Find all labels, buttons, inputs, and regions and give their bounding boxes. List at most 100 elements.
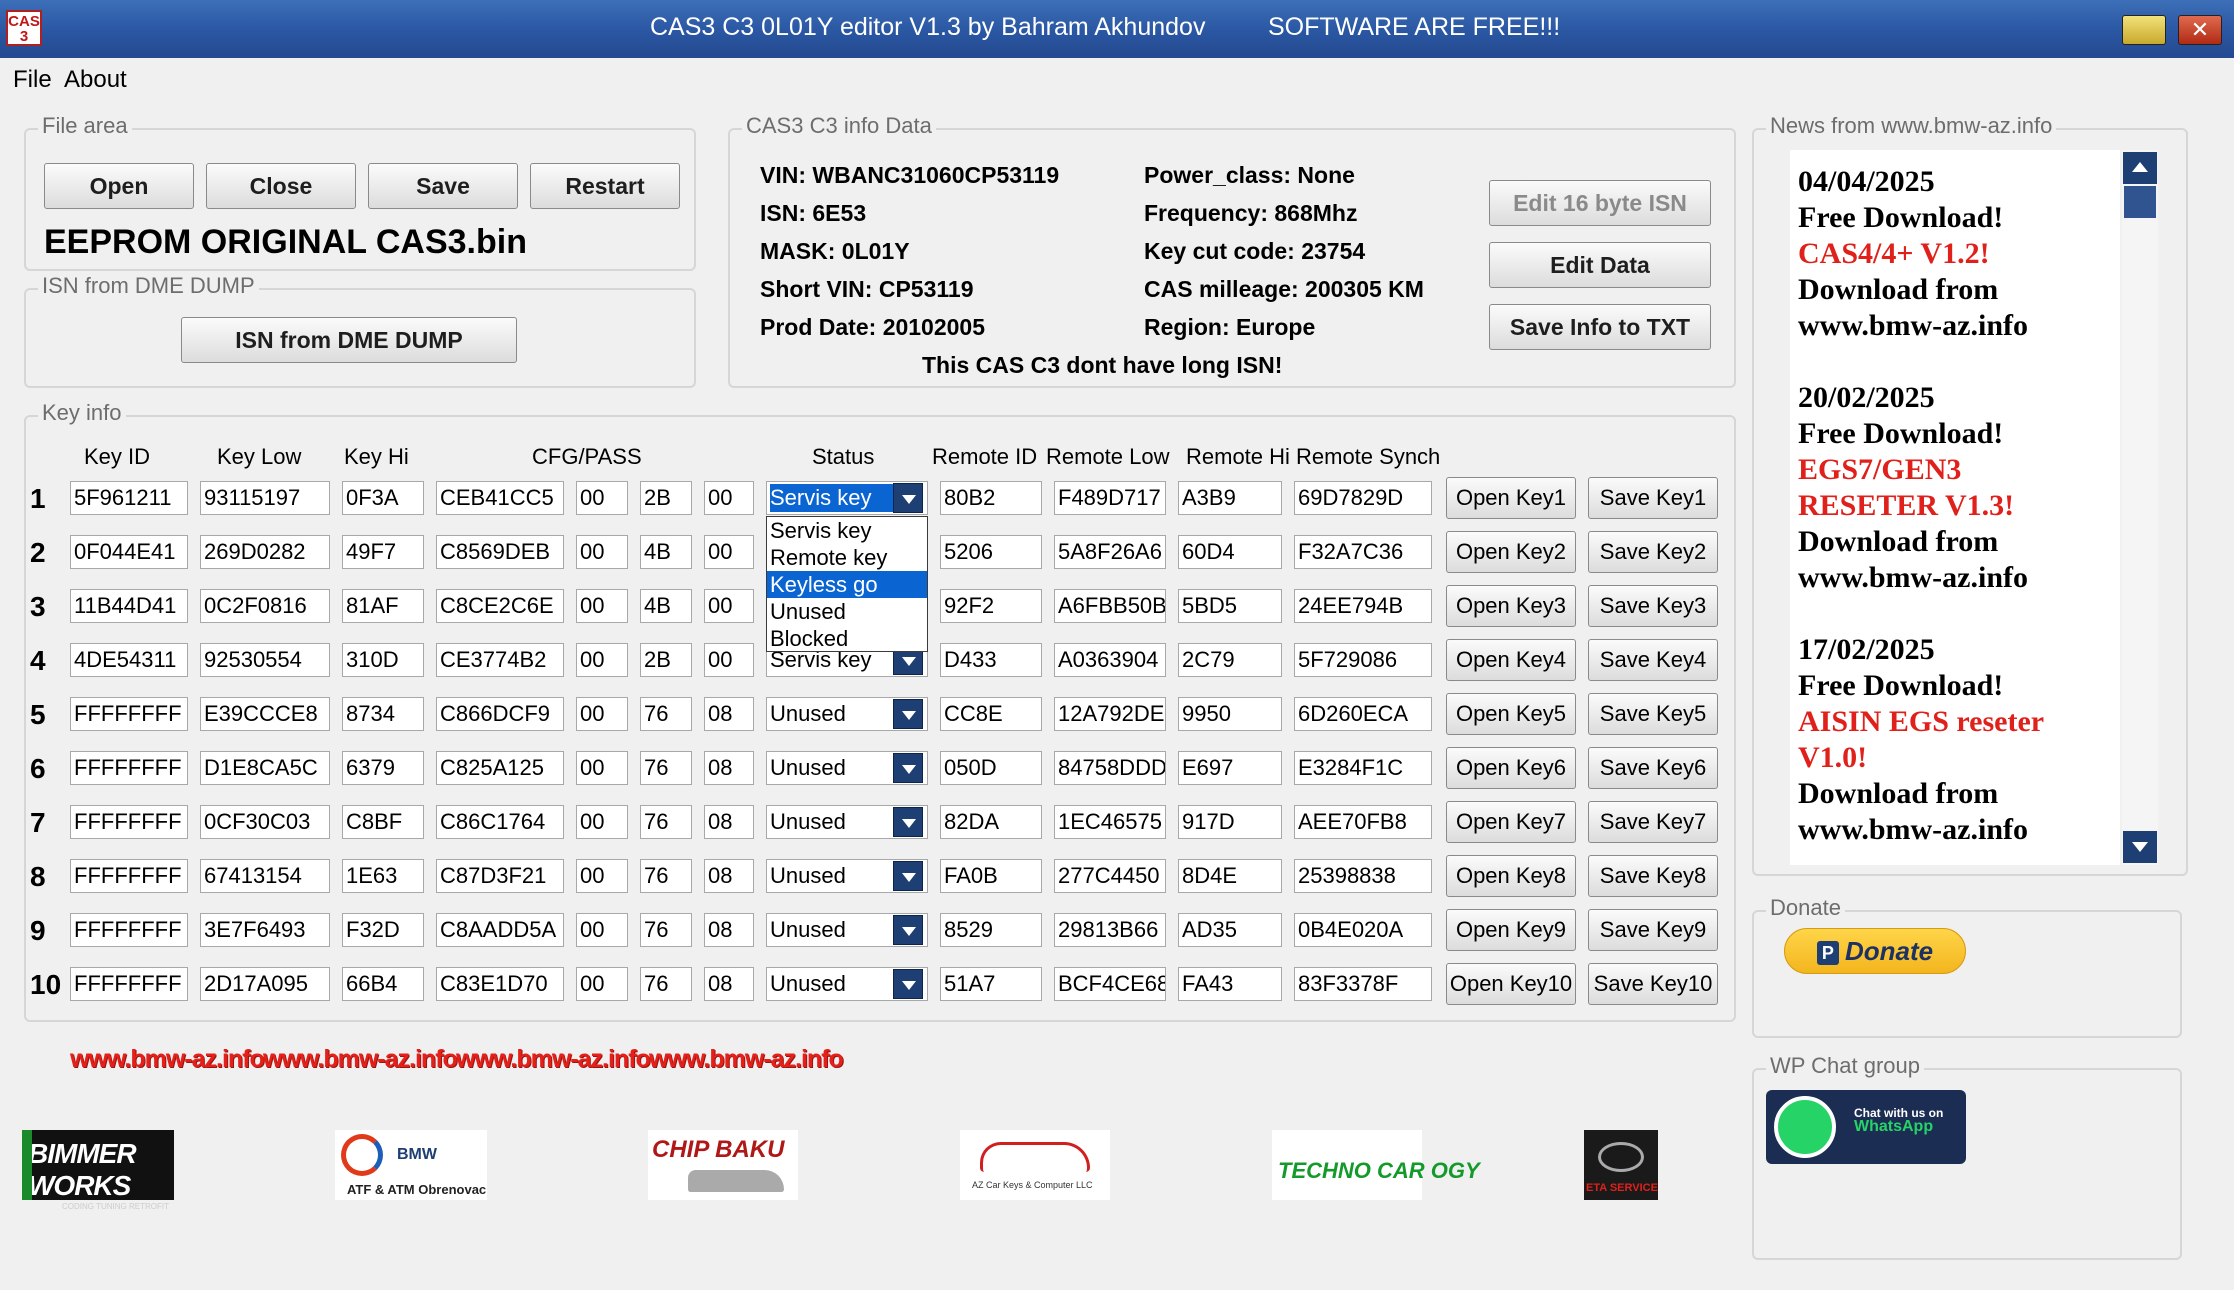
pass-a-field[interactable]: 00 — [576, 589, 628, 623]
remote-low-field[interactable]: 12A792DE — [1054, 697, 1166, 731]
dropdown-option[interactable]: Servis key — [767, 517, 927, 544]
pass-c-field[interactable]: 08 — [704, 913, 754, 947]
whatsapp-badge[interactable]: Chat with us on WhatsApp — [1766, 1090, 1966, 1164]
news-content[interactable]: 04/04/2025 Free Download! CAS4/4+ V1.2! … — [1790, 150, 2120, 865]
open-key-button[interactable]: Open Key9 — [1446, 909, 1576, 951]
remote-low-field[interactable]: BCF4CE68 — [1054, 967, 1166, 1001]
site-link[interactable]: www.bmw-az.info — [649, 1045, 844, 1074]
remote-id-field[interactable]: 80B2 — [940, 481, 1042, 515]
pass-b-field[interactable]: 76 — [640, 751, 692, 785]
remote-hi-field[interactable]: 5BD5 — [1178, 589, 1282, 623]
scroll-up-icon[interactable] — [2123, 152, 2157, 184]
close-window-button[interactable]: ✕ — [2178, 15, 2222, 45]
key-id-field[interactable]: FFFFFFFF — [70, 967, 188, 1001]
key-hi-field[interactable]: F32D — [342, 913, 424, 947]
restart-button[interactable]: Restart — [530, 163, 680, 209]
open-key-button[interactable]: Open Key10 — [1446, 963, 1576, 1005]
menu-file[interactable]: File — [13, 66, 52, 94]
remote-low-field[interactable]: 277C4450 — [1054, 859, 1166, 893]
site-link[interactable]: www.bmw-az.info — [70, 1045, 265, 1074]
key-low-field[interactable]: E39CCCE8 — [200, 697, 330, 731]
scroll-thumb[interactable] — [2124, 186, 2156, 218]
remote-id-field[interactable]: 5206 — [940, 535, 1042, 569]
pass-a-field[interactable]: 00 — [576, 805, 628, 839]
pass-a-field[interactable]: 00 — [576, 643, 628, 677]
key-hi-field[interactable]: C8BF — [342, 805, 424, 839]
open-key-button[interactable]: Open Key6 — [1446, 747, 1576, 789]
remote-synch-field[interactable]: 25398838 — [1294, 859, 1432, 893]
chevron-down-icon[interactable] — [893, 753, 923, 783]
chevron-down-icon[interactable] — [893, 483, 923, 513]
remote-low-field[interactable]: 1EC46575 — [1054, 805, 1166, 839]
open-key-button[interactable]: Open Key3 — [1446, 585, 1576, 627]
key-hi-field[interactable]: 310D — [342, 643, 424, 677]
open-key-button[interactable]: Open Key4 — [1446, 639, 1576, 681]
isn-from-dme-button[interactable]: ISN from DME DUMP — [181, 317, 517, 363]
minimize-button[interactable] — [2122, 15, 2166, 45]
key-id-field[interactable]: FFFFFFFF — [70, 805, 188, 839]
remote-synch-field[interactable]: F32A7C36 — [1294, 535, 1432, 569]
pass-b-field[interactable]: 76 — [640, 697, 692, 731]
key-low-field[interactable]: 3E7F6493 — [200, 913, 330, 947]
key-hi-field[interactable]: 81AF — [342, 589, 424, 623]
open-key-button[interactable]: Open Key8 — [1446, 855, 1576, 897]
key-hi-field[interactable]: 8734 — [342, 697, 424, 731]
remote-hi-field[interactable]: 2C79 — [1178, 643, 1282, 677]
pass-b-field[interactable]: 2B — [640, 643, 692, 677]
techno-car-logo[interactable]: TECHNO CAR OGY — [1272, 1130, 1480, 1200]
pass-c-field[interactable]: 08 — [704, 859, 754, 893]
save-key-button[interactable]: Save Key3 — [1588, 585, 1718, 627]
save-key-button[interactable]: Save Key4 — [1588, 639, 1718, 681]
pass-c-field[interactable]: 08 — [704, 751, 754, 785]
cfg-field[interactable]: CE3774B2 — [436, 643, 564, 677]
scroll-down-icon[interactable] — [2123, 831, 2157, 863]
remote-synch-field[interactable]: 69D7829D — [1294, 481, 1432, 515]
key-low-field[interactable]: D1E8CA5C — [200, 751, 330, 785]
save-key-button[interactable]: Save Key2 — [1588, 531, 1718, 573]
remote-hi-field[interactable]: FA43 — [1178, 967, 1282, 1001]
remote-hi-field[interactable]: 917D — [1178, 805, 1282, 839]
pass-a-field[interactable]: 00 — [576, 751, 628, 785]
bimmer-works-logo[interactable]: BIMMER WORKS CODING TUNING RETROFIT — [22, 1130, 174, 1211]
remote-hi-field[interactable]: 9950 — [1178, 697, 1282, 731]
cfg-field[interactable]: C866DCF9 — [436, 697, 564, 731]
key-low-field[interactable]: 269D0282 — [200, 535, 330, 569]
remote-low-field[interactable]: A0363904 — [1054, 643, 1166, 677]
key-low-field[interactable]: 0C2F0816 — [200, 589, 330, 623]
remote-synch-field[interactable]: AEE70FB8 — [1294, 805, 1432, 839]
save-key-button[interactable]: Save Key7 — [1588, 801, 1718, 843]
remote-synch-field[interactable]: 0B4E020A — [1294, 913, 1432, 947]
pass-c-field[interactable]: 00 — [704, 589, 754, 623]
save-key-button[interactable]: Save Key10 — [1588, 963, 1718, 1005]
key-id-field[interactable]: 5F961211 — [70, 481, 188, 515]
key-low-field[interactable]: 2D17A095 — [200, 967, 330, 1001]
pass-c-field[interactable]: 00 — [704, 643, 754, 677]
key-low-field[interactable]: 0CF30C03 — [200, 805, 330, 839]
status-dropdown-list[interactable]: Servis key Remote key Keyless go Unused … — [766, 516, 928, 652]
cfg-field[interactable]: CEB41CC5 — [436, 481, 564, 515]
pass-a-field[interactable]: 00 — [576, 481, 628, 515]
open-key-button[interactable]: Open Key1 — [1446, 477, 1576, 519]
pass-b-field[interactable]: 76 — [640, 805, 692, 839]
chip-baku-logo[interactable]: CHIP BAKU — [648, 1130, 798, 1200]
save-key-button[interactable]: Save Key1 — [1588, 477, 1718, 519]
pass-a-field[interactable]: 00 — [576, 913, 628, 947]
save-button[interactable]: Save — [368, 163, 518, 209]
remote-synch-field[interactable]: 83F3378F — [1294, 967, 1432, 1001]
remote-low-field[interactable]: 84758DDD — [1054, 751, 1166, 785]
open-key-button[interactable]: Open Key5 — [1446, 693, 1576, 735]
remote-id-field[interactable]: D433 — [940, 643, 1042, 677]
bmw-technic-logo[interactable]: BMW ATF & ATM Obrenovac — [335, 1130, 487, 1200]
key-id-field[interactable]: FFFFFFFF — [70, 697, 188, 731]
pass-c-field[interactable]: 08 — [704, 805, 754, 839]
pass-b-field[interactable]: 2B — [640, 481, 692, 515]
chevron-down-icon[interactable] — [893, 915, 923, 945]
key-low-field[interactable]: 92530554 — [200, 643, 330, 677]
news-scrollbar[interactable] — [2122, 150, 2158, 865]
edit-16-byte-isn-button[interactable]: Edit 16 byte ISN — [1489, 180, 1711, 226]
save-info-txt-button[interactable]: Save Info to TXT — [1489, 304, 1711, 350]
az-car-keys-logo[interactable]: AZ Car Keys & Computer LLC — [960, 1130, 1110, 1200]
remote-low-field[interactable]: 29813B66 — [1054, 913, 1166, 947]
cfg-field[interactable]: C86C1764 — [436, 805, 564, 839]
remote-id-field[interactable]: 82DA — [940, 805, 1042, 839]
